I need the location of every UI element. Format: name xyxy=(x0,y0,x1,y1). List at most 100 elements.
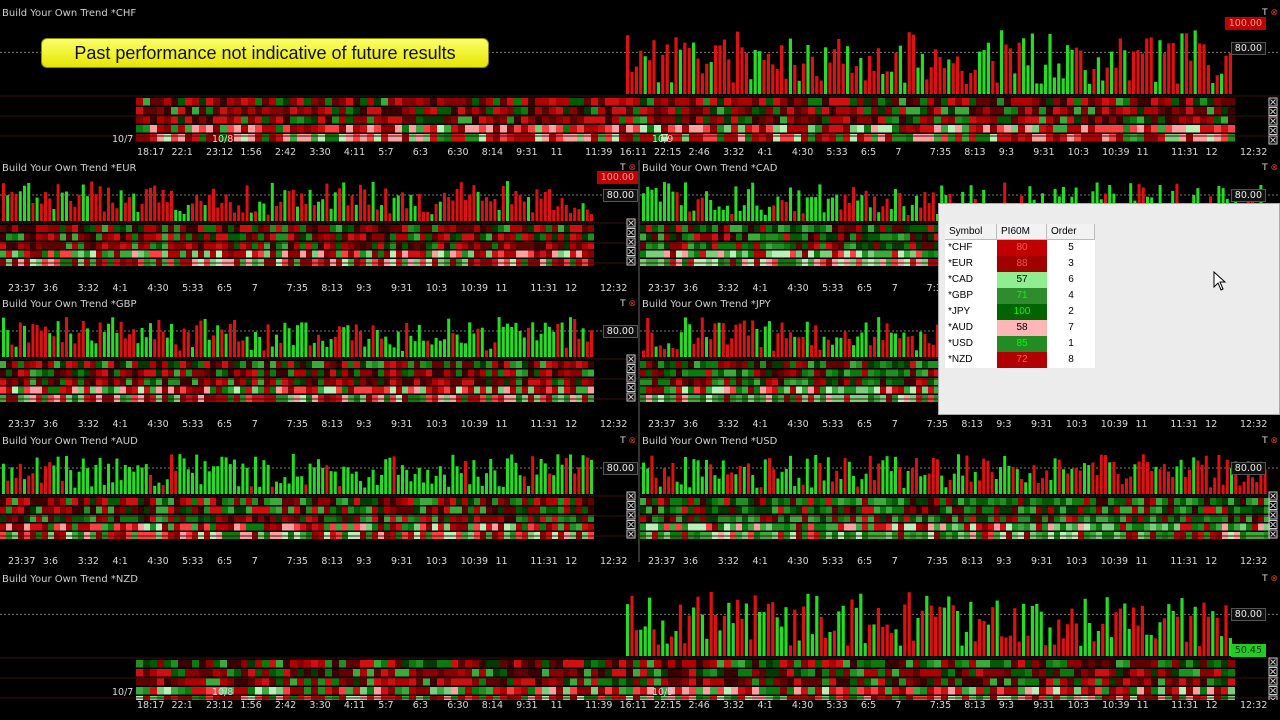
trend-bar xyxy=(560,322,564,357)
axis-tick-label: 7:35 xyxy=(286,556,308,567)
trend-bar xyxy=(6,195,10,221)
axis-tick-label: 6:5 xyxy=(856,419,873,430)
heatmap-cell xyxy=(970,506,976,514)
close-icon[interactable]: ⊗ xyxy=(628,299,636,309)
heatmap-cell xyxy=(1214,107,1221,115)
trend-bar xyxy=(688,211,692,221)
heatmap-cell xyxy=(84,506,90,514)
panel-controls-aud[interactable]: T ⊗ xyxy=(620,436,636,446)
trend-bar xyxy=(165,337,169,357)
heatmap-cell xyxy=(432,361,438,368)
heatmap-cell xyxy=(731,134,738,142)
heatmap-cell xyxy=(84,225,90,232)
heatmap-cell xyxy=(168,498,174,505)
trend-bar xyxy=(648,60,652,94)
heatmap-cell xyxy=(288,361,294,368)
heatmap-cell xyxy=(1046,125,1053,133)
heatmap-cell xyxy=(18,498,24,505)
heatmap-cell xyxy=(144,498,150,505)
heatmap-cell xyxy=(1039,107,1046,115)
heatmap-cell xyxy=(294,250,300,258)
trend-bar xyxy=(784,201,788,221)
trend-toggle-icon[interactable]: T xyxy=(1262,163,1268,173)
trend-bar xyxy=(409,194,413,221)
panel-controls-gbp[interactable]: T ⊗ xyxy=(620,299,636,309)
heatmap-cell xyxy=(1109,98,1116,106)
heatmap-cell xyxy=(1090,498,1096,505)
heatmap-cell xyxy=(766,369,772,377)
close-icon[interactable]: ⊗ xyxy=(1270,8,1278,18)
trend-bar xyxy=(245,185,249,221)
heatmap-cell xyxy=(1078,506,1084,514)
remove-row-icon xyxy=(628,384,634,391)
heatmap-cell xyxy=(754,506,760,514)
heatmap-cell xyxy=(325,134,332,142)
trend-bar xyxy=(455,334,459,357)
heatmap-cell xyxy=(910,250,916,258)
heatmap-cell xyxy=(703,125,710,133)
panel-usd[interactable]: Build Your Own Trend *USD T ⊗ 80.00 xyxy=(640,436,1280,558)
heatmap-cell xyxy=(1072,506,1078,514)
trend-bar xyxy=(1066,473,1070,494)
trend-bar xyxy=(654,477,658,494)
trend-toggle-icon[interactable]: T xyxy=(620,299,626,309)
trend-bar xyxy=(237,341,241,357)
heatmap-cell xyxy=(353,98,360,106)
panel-gbp[interactable]: Build Your Own Trend *GBP T ⊗ 80.00 xyxy=(0,299,638,421)
panel-chf[interactable]: Build Your Own Trend *CHF T ⊗ 100.00 80.… xyxy=(0,8,1280,158)
heatmap-cell xyxy=(760,250,766,258)
heatmap-cell xyxy=(366,361,372,368)
trend-bar xyxy=(459,342,463,357)
heatmap-cell xyxy=(204,369,210,377)
heatmap-cell xyxy=(451,125,458,133)
close-icon[interactable]: ⊗ xyxy=(1270,163,1278,173)
heatmap-cell xyxy=(577,134,584,142)
heatmap-cell xyxy=(612,134,619,142)
heatmap-cell xyxy=(829,98,836,106)
trend-bar xyxy=(902,487,906,494)
heatmap-cell xyxy=(252,386,258,394)
heatmap-cell xyxy=(378,225,384,232)
heatmap-cell xyxy=(682,506,688,514)
trend-toggle-icon[interactable]: T xyxy=(1262,436,1268,446)
heatmap-cell xyxy=(784,369,790,377)
trend-toggle-icon[interactable]: T xyxy=(620,436,626,446)
heatmap-cell xyxy=(1109,107,1116,115)
heatmap-cell xyxy=(808,233,814,241)
heatmap-cell xyxy=(402,125,409,133)
trend-bar xyxy=(667,183,671,221)
trend-bar xyxy=(258,337,262,357)
heatmap-cell xyxy=(234,134,241,142)
heatmap-cell xyxy=(1109,125,1116,133)
trend-bar xyxy=(1057,63,1061,94)
heatmap-cell xyxy=(12,369,18,377)
heatmap-cell xyxy=(6,225,12,232)
heatmap-cell xyxy=(766,134,773,142)
trend-bar xyxy=(438,201,442,221)
heatmap-cell xyxy=(304,116,311,124)
trend-bar xyxy=(107,323,110,357)
heatmap-cell xyxy=(745,134,752,142)
close-icon[interactable]: ⊗ xyxy=(1270,436,1278,446)
heatmap-cell xyxy=(180,250,186,258)
heatmap-cell xyxy=(246,233,252,241)
trend-bar xyxy=(759,209,763,221)
heatmap-cell xyxy=(168,225,174,232)
panel-eur[interactable]: Build Your Own Trend *EUR T ⊗ 100.00 80.… xyxy=(0,163,638,285)
heatmap-cell xyxy=(1172,134,1179,142)
heatmap-cell xyxy=(994,506,1000,514)
trend-bar xyxy=(539,459,543,494)
panel-controls-cad[interactable]: T ⊗ xyxy=(1262,163,1278,173)
trend-bar xyxy=(233,212,236,221)
panel-aud[interactable]: Build Your Own Trend *AUD T ⊗ 80.00 xyxy=(0,436,638,558)
heatmap-cell xyxy=(372,250,378,258)
heatmap-cell xyxy=(264,498,270,505)
trend-bar xyxy=(2,463,5,494)
heatmap-cell xyxy=(552,498,558,505)
heatmap-cell xyxy=(1024,523,1030,531)
heatmap-cell xyxy=(668,125,675,133)
panel-controls-usd[interactable]: T ⊗ xyxy=(1262,436,1278,446)
heatmap-cell xyxy=(318,523,324,531)
heatmap-cell xyxy=(1258,498,1264,505)
close-icon[interactable]: ⊗ xyxy=(628,436,636,446)
